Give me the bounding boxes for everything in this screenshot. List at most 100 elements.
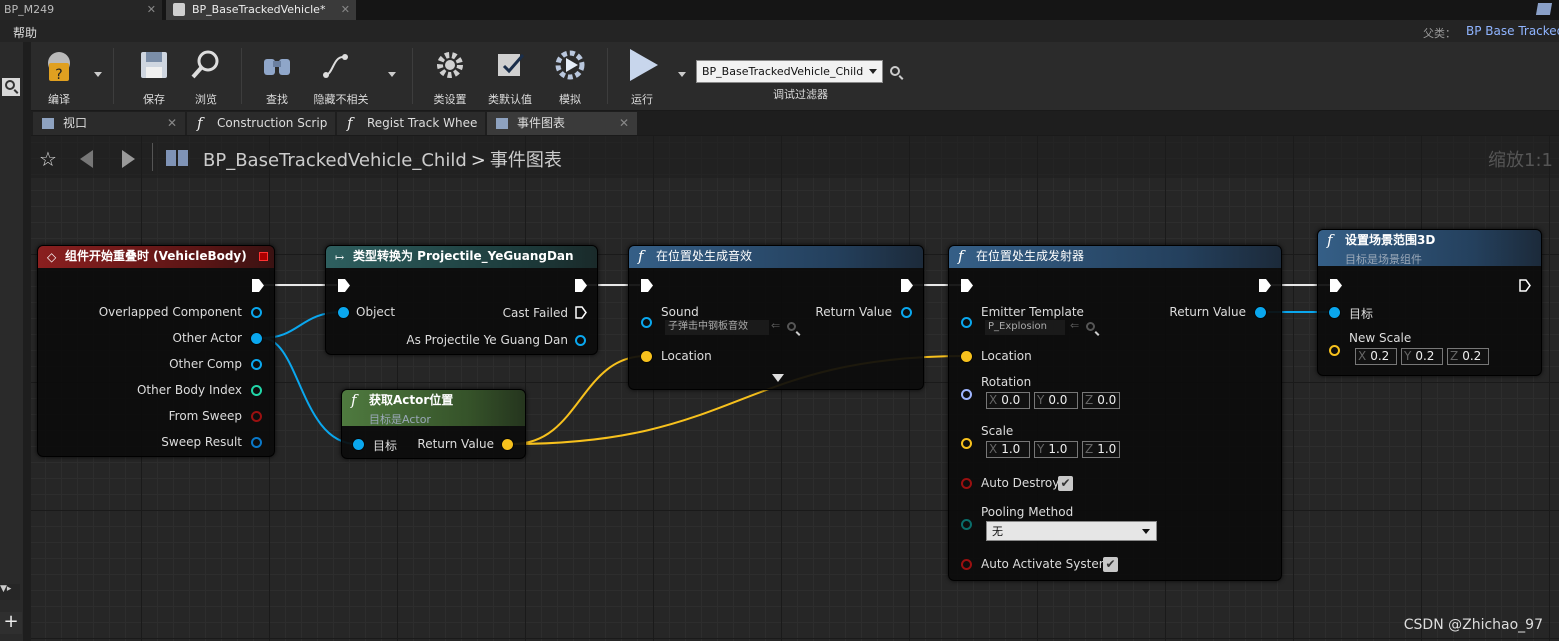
vector-pin[interactable] bbox=[641, 351, 652, 362]
browse-asset-icon[interactable] bbox=[1086, 322, 1095, 331]
node-get-actor-location[interactable]: f 获取Actor位置 目标是Actor 目标 Return Value bbox=[341, 389, 526, 459]
node-spawn-emitter-at-location[interactable]: f 在位置处生成发射器 Emitter Template P_Explosion… bbox=[948, 245, 1282, 581]
breadcrumb-blueprint[interactable]: BP_BaseTrackedVehicle_Child bbox=[203, 150, 467, 171]
node-header[interactable]: f 在位置处生成发射器 bbox=[949, 246, 1281, 268]
object-pin[interactable] bbox=[251, 307, 262, 318]
use-selected-arrow-icon[interactable]: ⇐ bbox=[1070, 319, 1079, 332]
scale-x-input[interactable]: X 1.0 bbox=[986, 441, 1030, 458]
sound-asset-picker[interactable]: 子弹击中钢板音效 bbox=[665, 320, 769, 335]
emitter-asset-picker[interactable]: P_Explosion bbox=[985, 320, 1065, 335]
doc-tab-bp-base-tracked-vehicle[interactable]: BP_BaseTrackedVehicle* ✕ bbox=[166, 0, 356, 20]
parent-class-link[interactable]: BP Base Tracked bbox=[1466, 24, 1559, 38]
exec-out-pin[interactable] bbox=[252, 279, 264, 292]
node-cast-to-projectile[interactable]: ↦ 类型转换为 Projectile_YeGuangDan Object Cas… bbox=[325, 245, 598, 355]
int-pin[interactable] bbox=[251, 385, 262, 396]
find-button[interactable]: 查找 bbox=[249, 45, 305, 107]
exec-out-pin[interactable] bbox=[901, 279, 913, 292]
object-pin[interactable] bbox=[901, 307, 912, 318]
hide-unrelated-chevron-icon[interactable] bbox=[388, 72, 396, 77]
chevron-down-icon[interactable]: ▼▸ bbox=[0, 584, 20, 600]
simulate-button[interactable]: 模拟 bbox=[542, 45, 598, 107]
compile-button[interactable]: ? 编译 bbox=[31, 45, 87, 107]
new-scale-y-input[interactable]: Y 0.2 bbox=[1401, 348, 1443, 365]
scale-y-input[interactable]: Y 1.0 bbox=[1034, 441, 1078, 458]
debug-search-icon[interactable] bbox=[890, 66, 900, 76]
doc-tab-bp-m249[interactable]: BP_M249 ✕ bbox=[0, 0, 162, 20]
exec-out-pin[interactable] bbox=[575, 306, 587, 319]
bool-pin[interactable] bbox=[251, 411, 262, 422]
run-button[interactable]: 运行 bbox=[614, 45, 670, 107]
node-header[interactable]: ↦ 类型转换为 Projectile_YeGuangDan bbox=[326, 246, 597, 268]
use-selected-arrow-icon[interactable]: ⇐ bbox=[771, 319, 780, 332]
vector-pin[interactable] bbox=[961, 351, 972, 362]
exec-in-pin[interactable] bbox=[641, 279, 653, 292]
bool-pin[interactable] bbox=[961, 559, 972, 570]
tab-regist-track-wheel[interactable]: f Regist Track Whee bbox=[337, 112, 485, 135]
class-defaults-button[interactable]: 类默认值 bbox=[482, 45, 538, 107]
vector-pin[interactable] bbox=[961, 438, 972, 449]
object-pin[interactable] bbox=[1329, 307, 1340, 318]
bool-pin[interactable] bbox=[961, 478, 972, 489]
object-pin[interactable] bbox=[338, 307, 349, 318]
left-panel-splitter[interactable] bbox=[23, 42, 31, 641]
object-pin[interactable] bbox=[575, 335, 586, 346]
menu-help[interactable]: 帮助 bbox=[13, 24, 37, 41]
forward-arrow-icon[interactable] bbox=[122, 150, 135, 168]
vector-pin[interactable] bbox=[1329, 345, 1340, 356]
new-scale-z-input[interactable]: Z 0.2 bbox=[1447, 348, 1489, 365]
hide-unrelated-button[interactable]: 隐藏不相关 bbox=[309, 45, 373, 107]
close-icon[interactable]: ✕ bbox=[147, 0, 156, 19]
auto-destroy-checkbox[interactable]: ✔ bbox=[1058, 476, 1073, 491]
auto-activate-checkbox[interactable]: ✔ bbox=[1103, 557, 1118, 572]
exec-out-pin[interactable] bbox=[1259, 279, 1271, 292]
close-icon[interactable]: ✕ bbox=[619, 112, 629, 134]
back-arrow-icon[interactable] bbox=[80, 150, 93, 168]
compile-options-chevron-icon[interactable] bbox=[94, 72, 102, 77]
node-set-world-scale-3d[interactable]: f 设置场景范围3D 目标是场景组件 目标 New Scale X 0.2 Y 0.… bbox=[1317, 229, 1542, 376]
add-icon[interactable]: + bbox=[0, 612, 22, 634]
object-pin[interactable] bbox=[251, 333, 262, 344]
close-icon[interactable]: ✕ bbox=[341, 0, 350, 19]
exec-in-pin[interactable] bbox=[961, 279, 973, 292]
node-spawn-sound-at-location[interactable]: f 在位置处生成音效 Sound 子弹击中钢板音效 ⇐ Return Value… bbox=[628, 245, 924, 390]
class-settings-button[interactable]: 类设置 bbox=[422, 45, 478, 107]
node-header[interactable]: f 设置场景范围3D 目标是场景组件 bbox=[1318, 230, 1541, 266]
debug-filter-select[interactable]: BP_BaseTrackedVehicle_Child bbox=[696, 60, 883, 83]
exec-in-pin[interactable] bbox=[338, 279, 350, 292]
byte-pin[interactable] bbox=[961, 519, 972, 530]
rotation-y-input[interactable]: Y 0.0 bbox=[1034, 392, 1078, 409]
struct-pin[interactable] bbox=[251, 437, 262, 448]
browse-asset-icon[interactable] bbox=[787, 322, 796, 331]
object-pin[interactable] bbox=[353, 439, 364, 450]
exec-out-pin[interactable] bbox=[575, 279, 587, 292]
new-scale-x-input[interactable]: X 0.2 bbox=[1355, 348, 1397, 365]
browse-button[interactable]: 浏览 bbox=[178, 45, 234, 107]
vector-pin[interactable] bbox=[502, 439, 513, 450]
save-button[interactable]: 保存 bbox=[126, 45, 182, 107]
node-header[interactable]: f 获取Actor位置 目标是Actor bbox=[342, 390, 525, 426]
expand-pins-chevron-icon[interactable] bbox=[772, 374, 784, 382]
rotator-pin[interactable] bbox=[961, 389, 972, 400]
object-pin[interactable] bbox=[251, 359, 262, 370]
object-pin[interactable] bbox=[641, 317, 652, 328]
rotation-x-input[interactable]: X 0.0 bbox=[986, 392, 1030, 409]
close-icon[interactable]: ✕ bbox=[167, 112, 177, 134]
node-on-component-begin-overlap[interactable]: ◇ 组件开始重叠时 (VehicleBody) Overlapped Compo… bbox=[37, 245, 275, 457]
pooling-method-select[interactable]: 无 bbox=[986, 521, 1157, 541]
object-pin[interactable] bbox=[961, 317, 972, 328]
search-icon[interactable] bbox=[2, 78, 20, 96]
scale-z-input[interactable]: Z 1.0 bbox=[1082, 441, 1120, 458]
run-options-chevron-icon[interactable] bbox=[678, 72, 686, 77]
delegate-pin-icon[interactable] bbox=[259, 252, 268, 261]
tab-viewport[interactable]: 视口 ✕ bbox=[33, 112, 185, 135]
tab-construction-script[interactable]: f Construction Scrip bbox=[187, 112, 335, 135]
object-pin[interactable] bbox=[1255, 307, 1266, 318]
breadcrumb-graph[interactable]: 事件图表 bbox=[490, 150, 562, 171]
exec-in-pin[interactable] bbox=[1330, 279, 1342, 292]
tab-event-graph[interactable]: 事件图表 ✕ bbox=[487, 112, 637, 135]
node-header[interactable]: f 在位置处生成音效 bbox=[629, 246, 923, 268]
rotation-z-input[interactable]: Z 0.0 bbox=[1082, 392, 1120, 409]
star-icon[interactable]: ☆ bbox=[39, 147, 57, 171]
exec-out-pin[interactable] bbox=[1519, 279, 1531, 292]
node-header[interactable]: ◇ 组件开始重叠时 (VehicleBody) bbox=[38, 246, 274, 268]
